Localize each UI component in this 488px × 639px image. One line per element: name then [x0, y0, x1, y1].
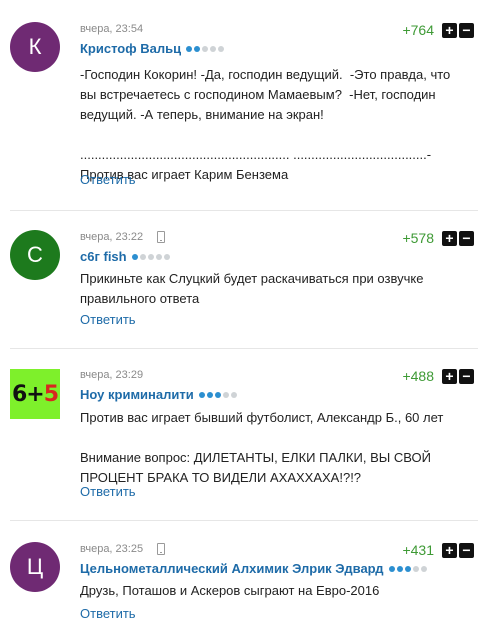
author-row: Цельнометаллический Алхимик Элрик Эдвард	[80, 561, 429, 576]
plus-icon[interactable]: +	[442, 542, 457, 558]
divider	[10, 520, 478, 521]
level-dot	[163, 253, 170, 260]
phone-icon	[157, 543, 166, 555]
level-dot	[396, 565, 403, 572]
divider	[10, 210, 478, 211]
level-dot	[214, 391, 221, 398]
rating: +431 + −	[402, 542, 474, 558]
timestamp: вчера, 23:22	[80, 231, 144, 243]
author-row: Ноу криминалити	[80, 387, 239, 402]
comment-time: вчера, 23:25	[80, 543, 166, 555]
author-row: с6г fish	[80, 249, 172, 264]
level-dot	[404, 565, 411, 572]
level-dot	[420, 565, 427, 572]
reply-button[interactable]: Ответить	[80, 606, 136, 621]
reply-button[interactable]: Ответить	[80, 312, 136, 327]
avatar[interactable]: 6+ 5	[10, 369, 60, 419]
rating: +764 + −	[402, 22, 474, 38]
level-dot	[139, 253, 146, 260]
score: +431	[402, 542, 434, 558]
timestamp: вчера, 23:29	[80, 369, 144, 381]
level-dot	[155, 253, 162, 260]
user-level-dots	[198, 391, 239, 398]
author-name[interactable]: Ноу криминалити	[80, 387, 194, 402]
avatar[interactable]: С	[10, 230, 60, 280]
minus-icon[interactable]: −	[459, 542, 474, 558]
plus-icon[interactable]: +	[442, 368, 457, 384]
level-dot	[206, 391, 213, 398]
level-dot	[230, 391, 237, 398]
comment-text: Друзь, Поташов и Аскеров сыграют на Евро…	[80, 583, 380, 598]
level-dot	[412, 565, 419, 572]
level-dot	[218, 45, 225, 52]
comment-time: вчера, 23:22	[80, 231, 166, 243]
avatar-text: 6+	[11, 381, 45, 407]
comment-text: -Господин Кокорин! -Да, господин ведущий…	[80, 67, 451, 182]
level-dot	[202, 45, 209, 52]
minus-icon[interactable]: −	[459, 230, 474, 246]
phone-icon	[157, 231, 166, 243]
score: +578	[402, 230, 434, 246]
plus-icon[interactable]: +	[442, 22, 457, 38]
author-name[interactable]: Кристоф Вальц	[80, 41, 181, 56]
comment-time: вчера, 23:54	[80, 23, 143, 35]
plus-icon[interactable]: +	[442, 230, 457, 246]
level-dot	[198, 391, 205, 398]
level-dot	[186, 45, 193, 52]
level-dot	[147, 253, 154, 260]
avatar[interactable]: Ц	[10, 542, 60, 592]
divider	[10, 348, 478, 349]
comment-time: вчера, 23:29	[80, 369, 143, 381]
rating: +578 + −	[402, 230, 474, 246]
level-dot	[194, 45, 201, 52]
minus-icon[interactable]: −	[459, 22, 474, 38]
rating: +488 + −	[402, 368, 474, 384]
avatar[interactable]: К	[10, 22, 60, 72]
user-level-dots	[388, 565, 429, 572]
comment-text: Против вас играет бывший футболист, Алек…	[80, 410, 444, 485]
level-dot	[388, 565, 395, 572]
minus-icon[interactable]: −	[459, 368, 474, 384]
user-level-dots	[186, 45, 226, 52]
timestamp: вчера, 23:25	[80, 543, 144, 555]
score: +764	[402, 22, 434, 38]
level-dot	[210, 45, 217, 52]
level-dot	[222, 391, 229, 398]
user-level-dots	[131, 253, 172, 260]
level-dot	[131, 253, 138, 260]
score: +488	[402, 368, 434, 384]
comment-text: Прикиньте как Слуцкий будет раскачиватьс…	[80, 271, 428, 306]
author-name[interactable]: Цельнометаллический Алхимик Элрик Эдвард	[80, 561, 384, 576]
reply-button[interactable]: Ответить	[80, 172, 136, 187]
timestamp: вчера, 23:54	[80, 23, 144, 35]
avatar-text-accent: 5	[43, 381, 59, 407]
author-row: Кристоф Вальц	[80, 41, 226, 56]
reply-button[interactable]: Ответить	[80, 484, 136, 499]
author-name[interactable]: с6г fish	[80, 249, 127, 264]
